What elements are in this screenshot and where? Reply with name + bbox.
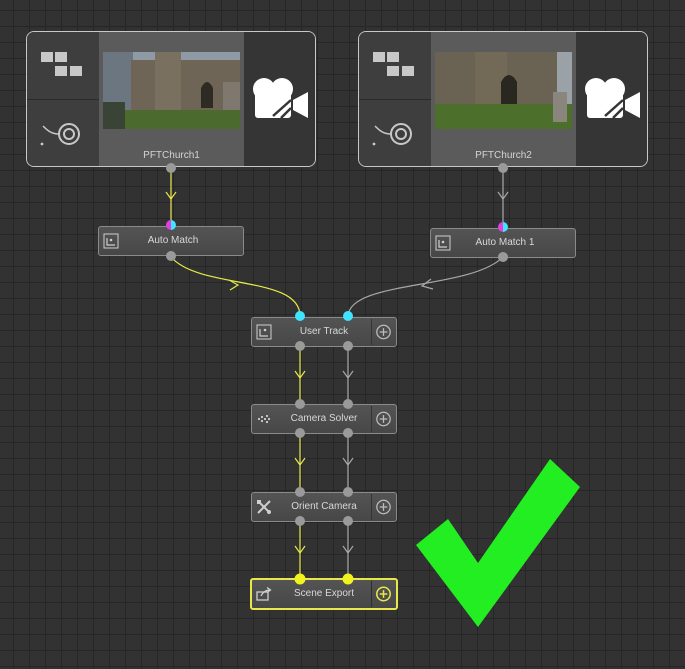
node-label: Auto Match: [147, 235, 199, 246]
auto-match-icon: [435, 235, 451, 251]
clip-name: PFTChurch1: [143, 150, 200, 161]
node-label: Auto Match 1: [475, 237, 535, 248]
export-icon: [256, 586, 272, 601]
clip-left-panel: [27, 32, 99, 166]
panel-divider: [27, 99, 99, 100]
plus-circle-icon[interactable]: [371, 406, 395, 432]
node-label: Camera Solver: [290, 413, 358, 424]
user-track-icon: [256, 324, 272, 340]
camera-solver-icon: [257, 414, 271, 424]
movie-camera-icon[interactable]: [251, 76, 311, 126]
clip-node-pftchurch1[interactable]: PFTChurch1: [26, 31, 316, 167]
node-orient-camera[interactable]: Orient Camera: [251, 492, 397, 522]
node-camera-solver[interactable]: Camera Solver: [251, 404, 397, 434]
node-scene-export[interactable]: Scene Export: [250, 578, 398, 610]
church-thumbnail: [435, 52, 572, 129]
node-user-track[interactable]: User Track: [251, 317, 397, 347]
clip-right-panel: [576, 32, 647, 166]
orient-camera-icon: [257, 500, 271, 514]
lens-icon[interactable]: [39, 122, 85, 150]
checkmark-icon: [416, 459, 580, 627]
node-label: User Track: [299, 326, 349, 337]
church-thumbnail: [103, 52, 240, 129]
plus-circle-icon[interactable]: [371, 494, 395, 520]
node-auto-match[interactable]: Auto Match: [98, 226, 244, 256]
node-label: Scene Export: [293, 588, 355, 599]
lens-icon[interactable]: [371, 122, 417, 150]
movie-camera-icon[interactable]: [583, 76, 643, 126]
clip-node-pftchurch2[interactable]: PFTChurch2: [358, 31, 648, 167]
plus-circle-icon[interactable]: [371, 319, 395, 345]
clip-right-panel: [244, 32, 315, 166]
clip-left-panel: [359, 32, 431, 166]
node-auto-match-1[interactable]: Auto Match 1: [430, 228, 576, 258]
tiles-icon[interactable]: [41, 52, 85, 82]
plus-circle-icon[interactable]: [371, 581, 395, 607]
tiles-icon[interactable]: [373, 52, 417, 82]
clip-name: PFTChurch2: [475, 150, 532, 161]
node-label: Orient Camera: [291, 501, 357, 512]
panel-divider: [359, 99, 431, 100]
clip-preview: PFTChurch2: [431, 32, 576, 166]
clip-preview: PFTChurch1: [99, 32, 244, 166]
auto-match-icon: [103, 233, 119, 249]
